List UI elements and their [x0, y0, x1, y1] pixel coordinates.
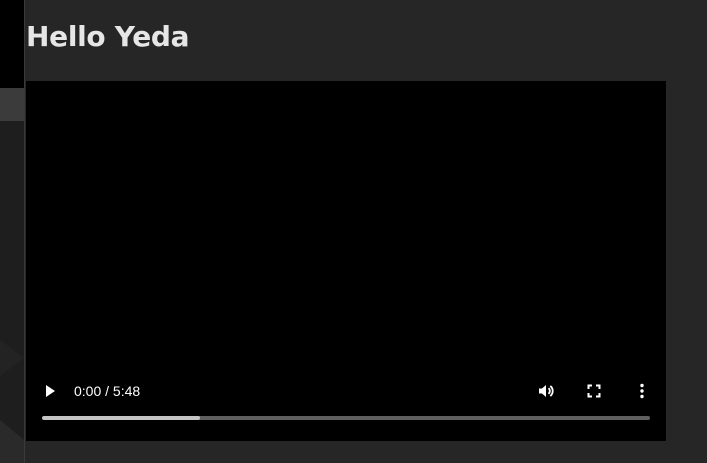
mute-button[interactable] — [534, 379, 558, 403]
more-vert-icon — [640, 383, 644, 399]
fullscreen-button[interactable] — [582, 379, 606, 403]
progress-buffered — [42, 416, 201, 420]
sidebar — [0, 0, 25, 463]
page-root: Hello Yeda 0:00 / 5:48 — [0, 0, 707, 463]
more-options-button[interactable] — [630, 379, 654, 403]
video-player[interactable]: 0:00 / 5:48 — [26, 81, 666, 441]
page-title: Hello Yeda — [26, 20, 190, 53]
video-time-display: 0:00 / 5:48 — [74, 383, 141, 399]
sidebar-decoration — [0, 340, 24, 463]
sidebar-item-active[interactable] — [0, 88, 24, 121]
play-button[interactable] — [38, 379, 62, 403]
volume-icon — [539, 385, 554, 397]
play-icon — [46, 385, 55, 397]
sidebar-header — [0, 0, 24, 88]
fullscreen-icon — [587, 384, 601, 398]
video-progress-bar[interactable] — [42, 416, 650, 420]
